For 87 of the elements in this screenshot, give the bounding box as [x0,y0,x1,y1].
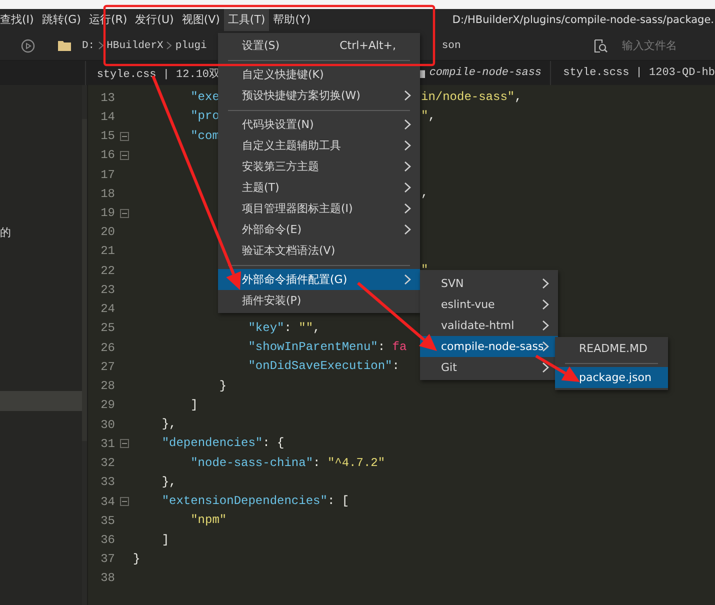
line-number: 19 [100,206,115,220]
line-number: 13 [100,90,115,105]
fold-icon[interactable] [120,208,128,218]
fold-icon[interactable] [120,439,128,448]
line-number: 26 [100,340,115,355]
menu-item[interactable]: 插件安装(P) [218,290,420,311]
line-number: 16 [100,148,115,162]
line-number: 14 [100,110,115,124]
line-number: 23 [100,282,115,297]
menu-item[interactable]: 主题(T) [218,177,420,198]
line-number: 20 [100,225,115,240]
code-line: "showInParentMenu": fa [247,340,407,354]
line-number: 34 [100,494,115,509]
menu-item[interactable]: 设置(S) Ctrl+Alt+, [218,35,420,56]
breadcrumb-item[interactable]: plugi [175,40,207,52]
annotation-arrow [535,354,580,382]
code-line: "node-sass-china": "^4.7.2" [190,456,386,470]
menu-item[interactable]: README.MD [555,338,668,359]
code-line: }, [160,417,176,432]
menu-item[interactable]: eslint-vue [420,294,558,315]
code-line: "onDidSaveExecution": [247,359,400,374]
line-number: 18 [100,186,115,201]
search-icon[interactable] [594,38,608,52]
menu-bar-item[interactable]: 视图(V) [178,9,224,31]
code-line: } [218,378,227,393]
line-number: 25 [100,321,115,336]
line-number: 31 [100,436,115,451]
menu-item[interactable]: Git [420,357,558,378]
line-number: 37 [100,552,115,566]
code-line: } [133,552,140,566]
code-line: "key": "", [247,320,320,335]
menu-bar-item[interactable]: 帮助(Y) [269,9,315,31]
line-number: 15 [100,129,115,144]
code-line: ", [421,108,436,126]
menu-bar-item[interactable]: 跳转(G) [38,9,85,31]
menu-bar-item[interactable]: 发行(U) [131,9,178,31]
line-number: 30 [100,418,115,432]
code-line: "extensionDependencies": [ [160,494,350,508]
code-line: in/node-sass", [421,89,522,106]
menu-item[interactable]: 安装第三方主题 [218,156,420,177]
project-tree-item[interactable]: 的 [0,223,82,243]
menu-item[interactable]: 自定义主题辅助工具 [218,135,420,156]
code-line: "npm" [190,513,227,528]
scrollbar-thumb[interactable] [82,119,87,441]
code-line: ] [160,532,170,546]
line-number: 24 [100,302,115,316]
chevron-icon [166,41,172,50]
menu-item[interactable]: 外部命令(E) [218,219,420,240]
play-circle-icon[interactable] [21,38,35,52]
fold-icon[interactable] [120,132,128,141]
breadcrumb-item[interactable]: D: [82,40,95,52]
code-line: , [421,185,428,202]
line-number: 17 [100,168,115,182]
line-number: 27 [100,360,115,374]
line-number: 32 [100,456,115,470]
code-line: "exe [190,90,220,104]
code-line: }, [160,474,176,489]
fold-icon[interactable] [120,150,128,160]
breadcrumb-item[interactable]: HBuilderX [106,40,164,52]
line-number: 21 [100,244,115,258]
menu-bar-item[interactable]: 工具(T) [224,9,270,31]
line-number: 33 [100,475,115,490]
line-number: 28 [100,379,115,394]
menu-item[interactable]: 外部命令插件配置(G) [218,269,420,290]
chevron-icon [98,41,104,50]
code-line: ] [190,398,198,412]
menu-item[interactable]: package.json [555,367,668,388]
menu-item[interactable]: 预设快捷键方案切换(W) [218,85,420,106]
menu-item[interactable]: 项目管理器图标主题(I) [218,198,420,219]
menu-item[interactable]: validate-html [420,315,558,336]
line-number: 35 [100,514,115,528]
file-path-title: D:/HBuilderX/plugins/compile-node-sass/package. [452,14,715,26]
code-line: "pro [190,109,220,124]
line-number: 22 [100,264,115,278]
menu-item[interactable]: compile-node-sass [420,336,558,357]
code-line: "dependencies": { [160,436,284,450]
menu-bar-item[interactable]: 查找(I) [0,9,38,31]
file-search-field[interactable]: 输入文件名 [622,39,710,52]
breadcrumb-item[interactable]: son [442,40,461,52]
file-tab[interactable]: style.scss | 1203-QD-hb [551,61,715,85]
line-number: 29 [100,398,115,412]
menu-item[interactable]: 验证本文档语法(V) [218,240,420,261]
line-number: 38 [100,571,115,586]
line-number: 36 [100,533,115,547]
menu-item[interactable]: 代码块设置(N) [218,114,420,135]
folder-icon [58,40,71,51]
fold-icon[interactable] [120,497,128,506]
